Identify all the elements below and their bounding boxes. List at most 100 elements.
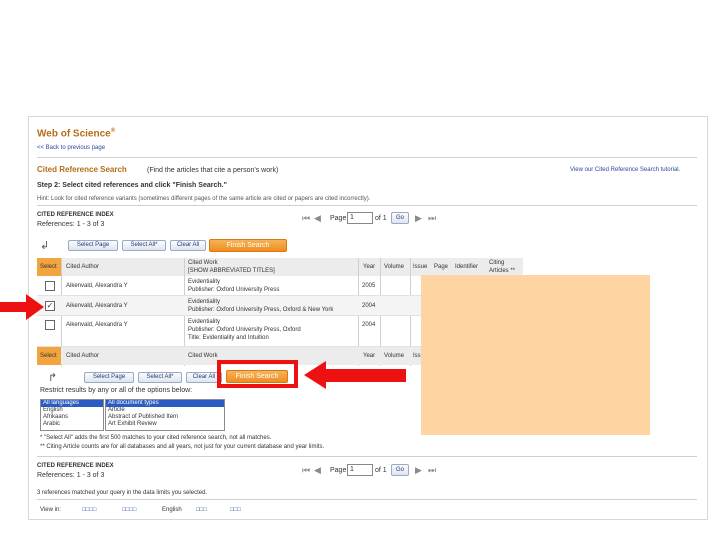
logo-mark: ® [110, 128, 116, 134]
header-volume: Volume [384, 264, 405, 270]
select-page-button-bottom[interactable]: Select Page [84, 372, 134, 383]
index-label: CITED REFERENCE INDEX [37, 212, 114, 218]
header-issue: Issue [413, 264, 428, 270]
header-cited-work: Cited Work [188, 260, 218, 266]
row-work-title: Evidentiality [188, 299, 221, 305]
select-all-button[interactable]: Select All* [122, 240, 166, 251]
red-highlight-box [217, 360, 298, 388]
divider [37, 456, 697, 457]
pager-prev-icon[interactable]: ◀ [314, 213, 321, 223]
logo-text: Web of Science [37, 128, 111, 140]
pager-last-icon[interactable]: ⏭ [428, 213, 436, 223]
row-work-publisher: Publisher: Oxford University Press [188, 287, 280, 293]
row-year: 2004 [362, 322, 376, 328]
highlight-overlay [421, 275, 650, 435]
row-work-title: Evidentiality [188, 279, 221, 285]
select-all-button-bottom[interactable]: Select All* [138, 372, 182, 383]
return-arrow-icon: ↲ [40, 240, 50, 252]
tutorial-link[interactable]: View our Cited Reference Search tutorial… [570, 166, 680, 174]
footer-volume: Volume [384, 353, 405, 359]
header-year: Year [363, 264, 376, 270]
row-work-publisher: Publisher: Oxford University Press, Oxfo… [188, 307, 334, 313]
section-subtitle: (Find the articles that cite a person's … [147, 167, 279, 174]
back-link[interactable]: << Back to previous page [37, 144, 105, 152]
language-option[interactable]: All languages [41, 400, 103, 407]
header-page: Page [434, 264, 449, 270]
language-option[interactable]: Afrikaans [41, 414, 103, 421]
row-year: 2004 [362, 303, 376, 309]
row-checkbox[interactable]: ✓ [45, 301, 55, 311]
note-citing-counts: ** Citing Article counts are for all dat… [40, 444, 325, 450]
row-author: Aikenvald, Alexandra Y [66, 303, 128, 309]
references-count-bottom: References: 1 - 3 of 3 [37, 471, 104, 480]
index-label-bottom: CITED REFERENCE INDEX [37, 463, 114, 469]
page-of: of 1 [375, 215, 387, 222]
language-link[interactable]: □□□□ [122, 506, 137, 514]
page-input[interactable]: 1 [347, 212, 373, 224]
table-header [37, 258, 523, 276]
references-range: 1 - 3 of 3 [76, 472, 105, 479]
references-range: 1 - 3 of 3 [76, 221, 105, 228]
step-hint: Hint: Look for cited reference variants … [37, 196, 371, 202]
step-title: Step 2: Select cited references and clic… [37, 182, 227, 189]
return-arrow-icon: ↱ [48, 372, 58, 384]
row-work-title: Evidentiality [188, 319, 221, 325]
row-checkbox[interactable] [45, 320, 55, 330]
show-abbreviated-titles-link[interactable]: [SHOW ABBREVIATED TITLES] [188, 267, 275, 275]
logo: Web of Science® [37, 125, 115, 140]
doctype-option[interactable]: Abstract of Published Item [106, 414, 224, 421]
footer-year: Year [363, 353, 376, 359]
pager-next-icon[interactable]: ▶ [415, 213, 422, 223]
header-citing-articles: Citing Articles ** [489, 260, 516, 274]
restrict-label: Restrict results by any or all of the op… [40, 387, 193, 394]
references-label: References: [37, 221, 75, 228]
doctype-option[interactable]: All document types [106, 400, 224, 407]
footer-select: Select [40, 353, 57, 359]
divider [37, 157, 697, 158]
row-work-publisher: Publisher: Oxford University Press, Oxfo… [188, 327, 301, 333]
language-link[interactable]: □□□ [230, 506, 241, 514]
language-option[interactable]: Arabic [41, 421, 103, 428]
section-title: Cited Reference Search [37, 165, 127, 174]
row-author: Aikenvald, Alexandra Y [66, 283, 128, 289]
header-cited-author: Cited Author [66, 264, 100, 270]
doctype-option[interactable]: Art Exhibit Review [106, 421, 224, 428]
row-author: Aikenvald, Alexandra Y [66, 322, 128, 328]
view-in-label: View in: [40, 507, 61, 513]
language-current: English [162, 507, 182, 513]
footer-cited-work: Cited Work [188, 353, 218, 359]
language-link[interactable]: □□□□ [82, 506, 97, 514]
document-type-listbox[interactable]: All document types Article Abstract of P… [105, 399, 225, 431]
left-pointing-red-arrow-icon [0, 294, 44, 320]
references-label: References: [37, 472, 75, 479]
divider [37, 499, 697, 500]
page-of-bottom: of 1 [375, 467, 387, 474]
clear-all-button[interactable]: Clear All [170, 240, 206, 251]
pager-next-icon[interactable]: ▶ [415, 465, 422, 475]
language-listbox[interactable]: All languages English Afrikaans Arabic [40, 399, 104, 431]
page-input-bottom[interactable]: 1 [347, 464, 373, 476]
finish-search-button[interactable]: Finish Search [209, 239, 287, 252]
header-identifier: Identifier [455, 264, 479, 270]
row-checkbox[interactable] [45, 281, 55, 291]
divider [37, 205, 697, 206]
left-pointing-red-arrow-icon [304, 361, 406, 389]
note-select-all: * "Select All" adds the first 500 matche… [40, 435, 272, 441]
page-label-bottom: Page [330, 467, 347, 474]
row-work-title-note: Title: Evidentiality and Intuition [188, 335, 269, 341]
footer-cited-author: Cited Author [66, 353, 100, 359]
language-link[interactable]: □□□ [196, 506, 207, 514]
go-button-bottom[interactable]: Go [391, 464, 409, 476]
pager-first-icon[interactable]: ⏮ [302, 465, 310, 475]
pager-prev-icon[interactable]: ◀ [314, 465, 321, 475]
select-page-button[interactable]: Select Page [68, 240, 118, 251]
go-button[interactable]: Go [391, 212, 409, 224]
pager-last-icon[interactable]: ⏭ [428, 465, 436, 475]
page-label: Page [330, 215, 347, 222]
results-summary: 3 references matched your query in the d… [37, 490, 208, 496]
row-year: 2005 [362, 283, 376, 289]
language-option[interactable]: English [41, 407, 103, 414]
pager-first-icon[interactable]: ⏮ [302, 213, 310, 223]
doctype-option[interactable]: Article [106, 407, 224, 414]
header-select: Select [40, 264, 57, 270]
